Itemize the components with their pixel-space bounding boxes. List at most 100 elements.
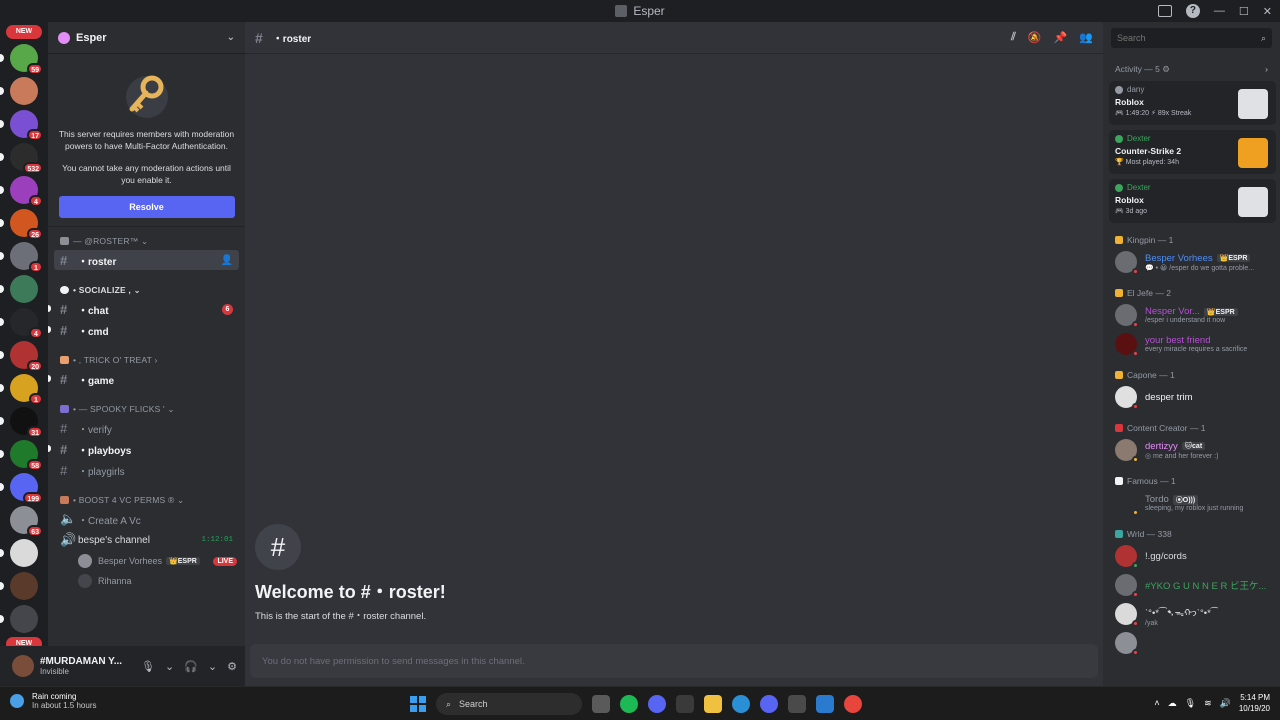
chrome-icon[interactable] <box>844 695 862 713</box>
server-icon[interactable]: 59 <box>0 44 43 75</box>
channel-game[interactable]: # ・game <box>48 369 239 389</box>
threads-icon[interactable]: ⫽ <box>1011 31 1016 44</box>
clock[interactable]: 5:14 PM 10/19/20 <box>1239 692 1270 714</box>
channel-cmd[interactable]: # ・cmd <box>48 320 239 340</box>
message-composer[interactable]: You do not have permission to send messa… <box>250 644 1098 678</box>
search-bar[interactable]: ⌕ <box>1111 28 1272 48</box>
server-icon[interactable]: 4 <box>0 176 43 207</box>
channel-playboys[interactable]: # ・playboys <box>48 439 239 459</box>
member-item[interactable]: !.gg/cords <box>1103 542 1280 570</box>
shield-icon[interactable] <box>816 695 834 713</box>
help-icon[interactable]: ? <box>1185 4 1200 18</box>
pin-icon[interactable]: 📌 <box>1054 31 1068 44</box>
minimize-button[interactable]: — <box>1214 5 1225 17</box>
discord-icon[interactable] <box>760 695 778 713</box>
server-icon[interactable]: 199 <box>0 473 43 504</box>
microphone-icon[interactable]: 🎙 <box>141 660 155 673</box>
maximize-button[interactable]: ☐ <box>1239 5 1249 18</box>
category-socialize[interactable]: • SOCIALIZE , ⌄ <box>48 282 245 298</box>
member-list-icon[interactable]: 👥 <box>1079 31 1093 44</box>
channel-label: ・verify <box>78 424 112 436</box>
server-icon[interactable]: 26 <box>0 209 43 240</box>
notepad-icon[interactable] <box>788 695 806 713</box>
server-icon[interactable] <box>0 539 38 567</box>
mention-badge: 59 <box>27 63 43 75</box>
voice-user[interactable]: Besper Vorhees 👑ESPR LIVE <box>78 551 245 571</box>
server-icon[interactable] <box>0 275 38 303</box>
chevron-up-icon[interactable]: ˄ <box>1154 698 1159 708</box>
volume-icon[interactable]: 🔊 <box>1220 698 1231 709</box>
channel-create-vc[interactable]: 🔈 ・Create A Vc <box>54 509 239 529</box>
member-item[interactable]: dertizyy 🐱cat ◎ me and her forever :) <box>1103 436 1280 464</box>
server-icon[interactable] <box>0 572 38 600</box>
app-icon[interactable] <box>676 695 694 713</box>
avatar[interactable] <box>12 655 34 677</box>
chevron-down-icon[interactable]: ⌄ <box>208 660 217 673</box>
server-icon[interactable]: 20 <box>0 341 43 372</box>
channel-playgirls[interactable]: # ・playgirls <box>54 460 239 480</box>
gear-icon[interactable]: ⚙ <box>227 660 237 673</box>
server-icon[interactable]: 58 <box>0 440 43 471</box>
wifi-icon[interactable]: ≋ <box>1204 698 1212 709</box>
search-input[interactable] <box>1117 33 1247 43</box>
member-item[interactable]: Besper Vorhees 👑ESPR 💬 • 😀 /esper do we go… <box>1103 248 1280 276</box>
guild-header[interactable]: Esper ⌄ <box>48 22 245 54</box>
live-badge: LIVE <box>213 556 237 566</box>
server-icon[interactable]: 1 <box>0 374 43 405</box>
server-icon[interactable]: 63 <box>10 506 43 537</box>
role-tag: 👑ESPR <box>1203 307 1238 316</box>
voice-user[interactable]: Rihanna <box>78 571 245 591</box>
taskbar-search[interactable]: ⌕ Search <box>436 693 582 715</box>
server-icon[interactable]: 4 <box>0 308 43 339</box>
server-rail: NEW 59 17 532 4 26 1 4 20 1 31 58 199 63 NEW <box>0 22 48 686</box>
microphone-icon[interactable]: 🎙 <box>1185 698 1196 709</box>
chevron-down-icon[interactable]: ⌄ <box>227 32 235 43</box>
avatar <box>78 574 92 588</box>
add-member-icon[interactable]: 👤 <box>221 255 233 266</box>
category-boost-vc[interactable]: • BOOST 4 VC PERMS ® ⌄ <box>48 492 245 508</box>
activity-list: dany Roblox 🎮 1:49:20 ⚡ 89x Streak Dexter Co… <box>1103 81 1280 223</box>
member-info: desper trim <box>1145 392 1193 403</box>
resolve-button[interactable]: Resolve <box>58 196 235 218</box>
notification-bell-icon[interactable]: 🔕 <box>1028 31 1042 44</box>
server-icon[interactable]: 1 <box>0 242 43 273</box>
chevron-down-icon[interactable]: ⌄ <box>165 660 174 673</box>
activity-card[interactable]: dany Roblox 🎮 1:49:20 ⚡ 89x Streak <box>1109 81 1276 125</box>
server-icon[interactable] <box>0 605 38 633</box>
member-item[interactable] <box>1103 629 1280 657</box>
server-icon[interactable]: 17 <box>0 110 43 141</box>
activity-card[interactable]: Dexter Counter-Strike 2 🏆 Most played: 34h <box>1109 130 1276 174</box>
member-item[interactable]: desper trim <box>1103 383 1280 411</box>
chat-area: # ・roster ⫽ 🔕 📌 👥 # Welcome to #・roster!… <box>245 22 1103 686</box>
spotify-icon[interactable] <box>620 695 638 713</box>
discord-icon[interactable] <box>648 695 666 713</box>
folder-icon[interactable] <box>704 695 722 713</box>
member-item[interactable]: #YKO G U N N E R ビ王ケ... <box>1103 571 1280 599</box>
member-item[interactable]: your best friend every miracle requires a… <box>1103 330 1280 358</box>
member-name-row: your best friend <box>1145 335 1247 346</box>
start-icon[interactable] <box>410 696 426 712</box>
category-trick-or-treat[interactable]: • , TRICK O' TREAT › <box>48 352 245 368</box>
role-title: Kingpin — 1 <box>1127 235 1174 245</box>
cloud-icon[interactable]: ☁ <box>1168 698 1177 709</box>
channel-roster[interactable]: # ・roster 👤 <box>54 250 239 270</box>
server-icon[interactable] <box>0 77 38 105</box>
server-icon[interactable]: 532 <box>0 143 43 174</box>
task-view-icon[interactable] <box>592 695 610 713</box>
close-button[interactable]: ✕ <box>1263 5 1272 18</box>
member-item[interactable]: Tordo ⦿O))) sleeping, my roblox just runni… <box>1103 489 1280 517</box>
channel-verify[interactable]: # ・verify <box>54 418 239 438</box>
edge-icon[interactable] <box>732 695 750 713</box>
channel-bespe-voice[interactable]: 🔊 bespe's channel 1:12:01 <box>54 530 239 550</box>
member-item[interactable]: Nesper Vor... 👑ESPR/esper i understand it… <box>1103 301 1280 329</box>
category-roster[interactable]: — @ROSTER™ ⌄ <box>48 233 245 249</box>
inbox-icon[interactable] <box>1157 5 1172 17</box>
activity-card[interactable]: Dexter Roblox 🎮 3d ago <box>1109 179 1276 223</box>
member-item[interactable]: ˋ°•*⁀➷ᯓᡣ𐭩ˋ°•*⁀/yak <box>1103 600 1280 628</box>
chevron-right-icon[interactable]: › <box>1265 64 1268 74</box>
category-spooky-flicks[interactable]: • — SPOOKY FLICKS ' ⌄ <box>48 401 245 417</box>
headphones-icon[interactable]: 🎧 <box>184 660 198 673</box>
weather-widget[interactable]: Rain coming In about 1.5 hours <box>10 692 97 710</box>
server-icon[interactable]: 31 <box>0 407 43 438</box>
channel-chat[interactable]: # ・chat 6 <box>48 299 239 319</box>
